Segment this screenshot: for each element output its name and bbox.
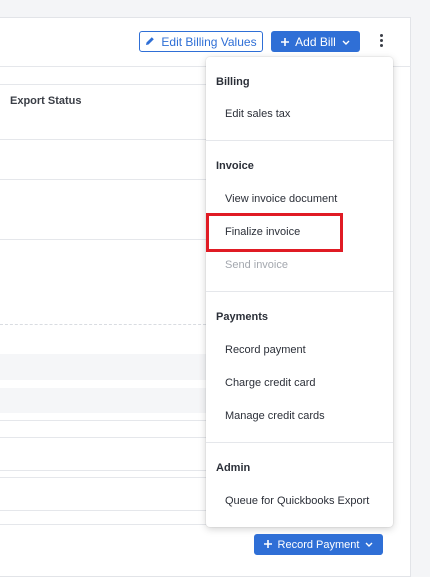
admin-heading: Admin [216, 462, 251, 474]
send-invoice-item: Send invoice [225, 259, 288, 271]
record-payment-label: Record Payment [277, 538, 360, 551]
plus-icon [281, 35, 290, 49]
more-options-icon[interactable] [376, 34, 386, 50]
charge-credit-card-item[interactable]: Charge credit card [225, 377, 316, 389]
table-divider [0, 470, 206, 471]
table-divider [0, 524, 206, 525]
pencil-icon [145, 35, 155, 49]
table-divider [0, 179, 206, 180]
menu-divider [206, 140, 393, 141]
queue-quickbooks-export-item[interactable]: Queue for Quickbooks Export [225, 495, 369, 507]
manage-credit-cards-item[interactable]: Manage credit cards [225, 410, 325, 422]
table-divider [0, 139, 206, 140]
table-divider [0, 437, 206, 438]
table-divider [0, 510, 206, 511]
table-divider [0, 420, 206, 421]
add-bill-button[interactable]: Add Bill [271, 31, 360, 52]
chevron-down-icon [365, 539, 373, 551]
chevron-down-icon [342, 35, 350, 49]
record-payment-button[interactable]: Record Payment [254, 534, 383, 555]
invoice-heading: Invoice [216, 160, 254, 172]
table-divider [0, 84, 206, 85]
table-divider [0, 239, 206, 240]
plus-icon [263, 539, 272, 551]
add-bill-label: Add Bill [295, 34, 336, 49]
view-invoice-document-item[interactable]: View invoice document [225, 193, 337, 205]
table-divider [0, 477, 206, 478]
edit-sales-tax-item[interactable]: Edit sales tax [225, 108, 290, 120]
table-dashed-divider [0, 324, 206, 325]
finalize-invoice-highlight [206, 213, 343, 252]
actions-dropdown-menu: Billing Edit sales tax Invoice View invo… [206, 57, 393, 527]
table-row [0, 354, 206, 380]
record-payment-item[interactable]: Record payment [225, 344, 306, 356]
menu-divider [206, 291, 393, 292]
export-status-header: Export Status [10, 95, 82, 107]
payments-heading: Payments [216, 311, 268, 323]
billing-heading: Billing [216, 76, 250, 88]
edit-billing-values-label: Edit Billing Values [161, 34, 257, 49]
table-row [0, 388, 206, 413]
menu-divider [206, 442, 393, 443]
edit-billing-values-button[interactable]: Edit Billing Values [139, 31, 263, 52]
